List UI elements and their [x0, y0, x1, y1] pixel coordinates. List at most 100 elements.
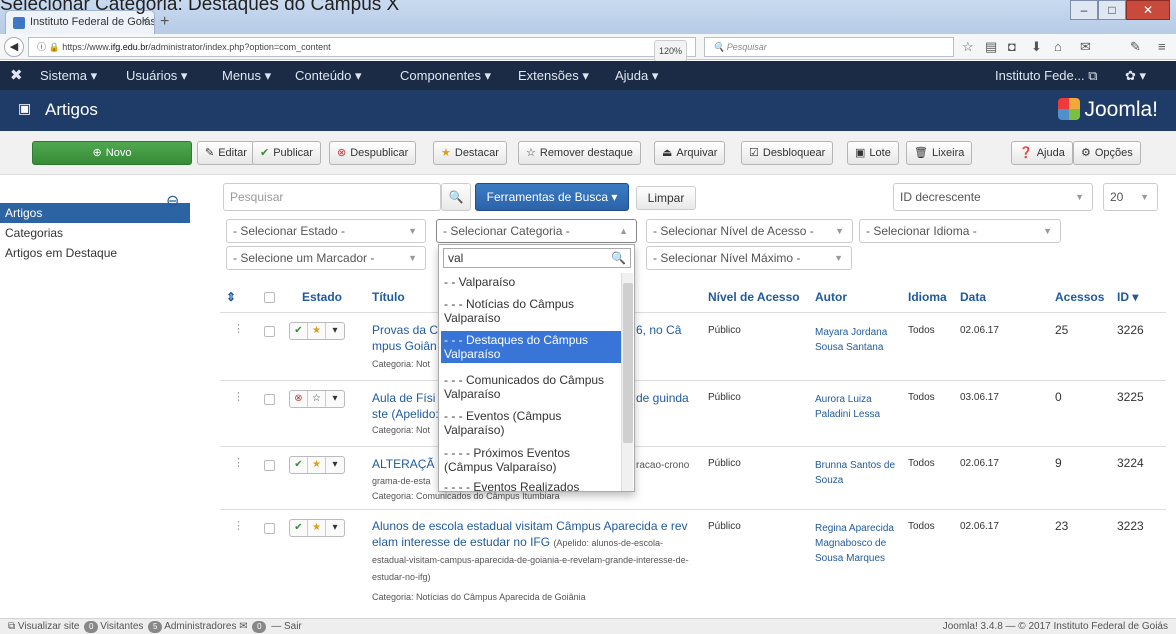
published-icon[interactable]: ✔ — [290, 323, 308, 339]
tab-close-icon[interactable]: × — [142, 15, 148, 27]
language-select[interactable]: - Selecionar Idioma - ▼ — [859, 219, 1061, 243]
sidebar-item-destaques[interactable]: Artigos em Destaque — [0, 243, 190, 263]
row-checkbox[interactable] — [264, 460, 275, 471]
envelope-icon[interactable]: ✉ — [239, 621, 247, 632]
category-option[interactable]: - - - Comunicados do Câmpus Valparaíso — [441, 371, 622, 403]
browser-search-input[interactable]: 🔍 Pesquisar — [704, 37, 954, 57]
category-option[interactable]: - - - - Próximos Eventos (Câmpus Valpara… — [441, 444, 622, 476]
menu-usuarios[interactable]: Usuários ▾ — [126, 68, 187, 84]
pocket-icon[interactable]: ◘ — [1008, 39, 1016, 54]
back-icon[interactable]: ◀ — [4, 37, 24, 57]
article-title-link[interactable]: Provas da C mpus Goiân — [372, 322, 438, 354]
featured-icon[interactable]: ★ — [308, 457, 326, 473]
author-link[interactable]: Regina Aparecida Magnabosco de Sousa Mar… — [815, 521, 895, 566]
category-select[interactable]: - Selecionar Categoria - ▲ — [436, 219, 637, 243]
published-icon[interactable]: ✔ — [290, 457, 308, 473]
feature-button[interactable]: ★ Destacar — [433, 141, 507, 165]
featured-icon[interactable]: ★ — [308, 520, 326, 536]
options-button[interactable]: ⚙ Opções — [1073, 141, 1141, 165]
menu-menus[interactable]: Menus ▾ — [222, 68, 271, 84]
select-all-checkbox[interactable] — [264, 292, 275, 303]
category-option[interactable]: - - - Notícias do Câmpus Valparaíso — [441, 295, 622, 327]
unlock-button[interactable]: ☑ Desbloquear — [741, 141, 834, 165]
article-title-tail[interactable]: 6, no Câ — [636, 322, 681, 338]
category-option-highlighted[interactable]: - - - Destaques do Câmpus Valparaíso — [441, 331, 622, 363]
drag-handle-icon[interactable]: ⋮ — [233, 390, 244, 403]
menu-extensoes[interactable]: Extensões ▾ — [518, 68, 589, 84]
dropdown-scrollbar[interactable] — [621, 273, 633, 491]
row-actions-caret-icon[interactable]: ▾ — [326, 323, 344, 339]
archive-button[interactable]: ⏏ Arquivar — [654, 141, 726, 165]
unfeature-button[interactable]: ☆ Remover destaque — [518, 141, 641, 165]
search-icon[interactable]: 🔍 — [441, 183, 471, 211]
date-header[interactable]: Data — [960, 290, 986, 304]
row-checkbox[interactable] — [264, 394, 275, 405]
maximize-button[interactable]: □ — [1098, 0, 1126, 20]
row-actions-caret-icon[interactable]: ▾ — [326, 520, 344, 536]
article-title-link[interactable]: ALTERAÇÃ — [372, 456, 434, 472]
batch-button[interactable]: ▣ Lote — [847, 141, 899, 165]
author-link[interactable]: Brunna Santos de Souza — [815, 458, 900, 488]
address-bar[interactable]: ⓘ 🔒 https://www.ifg.edu.br/administrator… — [28, 37, 696, 62]
row-actions-caret-icon[interactable]: ▾ — [326, 457, 344, 473]
tools-icon[interactable]: ✎ — [1130, 39, 1141, 55]
menu-conteudo[interactable]: Conteúdo ▾ — [295, 68, 362, 84]
logout-link[interactable]: Sair — [284, 621, 302, 632]
language-header[interactable]: Idioma — [908, 290, 947, 304]
limit-select[interactable]: 20 ▼ — [1103, 183, 1158, 211]
unpublished-icon[interactable]: ⊗ — [290, 391, 308, 407]
author-link[interactable]: Aurora Luiza Paladini Lessa — [815, 392, 900, 422]
menu-componentes[interactable]: Componentes ▾ — [400, 68, 491, 84]
joomla-icon[interactable]: ✖ — [10, 66, 23, 84]
author-link[interactable]: Mayara Jordana Sousa Santana — [815, 325, 900, 355]
menu-icon[interactable]: ≡ — [1158, 39, 1166, 54]
access-header[interactable]: Nível de Acesso — [708, 290, 800, 304]
home-icon[interactable]: ⌂ — [1054, 39, 1062, 54]
category-option[interactable]: - - Valparaíso — [441, 273, 622, 291]
not-featured-icon[interactable]: ☆ — [308, 391, 326, 407]
zoom-indicator[interactable]: 120% — [653, 40, 687, 62]
menu-ajuda[interactable]: Ajuda ▾ — [615, 68, 658, 84]
help-button[interactable]: ❓ Ajuda — [1011, 141, 1073, 165]
access-select[interactable]: - Selecionar Nível de Acesso - ▼ — [646, 219, 853, 243]
extension-icon[interactable]: ✉ — [1080, 39, 1091, 55]
article-title-link[interactable]: Alunos de escola estadual visitam Câmpus… — [372, 518, 698, 585]
minimize-button[interactable]: – — [1070, 0, 1098, 20]
state-select[interactable]: - Selecionar Estado - ▼ — [226, 219, 426, 243]
sort-header[interactable]: ⇕ — [226, 290, 236, 304]
collapse-sidebar-icon[interactable]: ⊖ — [166, 191, 179, 211]
drag-handle-icon[interactable]: ⋮ — [233, 519, 244, 532]
drag-handle-icon[interactable]: ⋮ — [233, 322, 244, 335]
menu-sistema[interactable]: Sistema ▾ — [40, 68, 97, 84]
row-checkbox[interactable] — [264, 326, 275, 337]
published-icon[interactable]: ✔ — [290, 520, 308, 536]
category-search-input[interactable]: val 🔍 — [443, 248, 631, 268]
view-site-link[interactable]: Visualizar site — [18, 621, 80, 632]
new-button[interactable]: ⊕ Novo — [32, 141, 192, 165]
id-header[interactable]: ID ▾ — [1117, 290, 1138, 304]
author-header[interactable]: Autor — [815, 290, 847, 304]
order-select[interactable]: ID decrescente ▼ — [893, 183, 1093, 211]
site-link[interactable]: Instituto Fede... ⧉ — [995, 68, 1098, 84]
status-header[interactable]: Estado — [302, 290, 342, 304]
close-window-button[interactable]: ✕ — [1126, 0, 1170, 20]
reading-list-icon[interactable]: ▤ — [985, 39, 997, 55]
search-input[interactable]: Pesquisar — [223, 183, 441, 211]
max-level-select[interactable]: - Selecionar Nível Máximo - ▼ — [646, 246, 852, 270]
download-icon[interactable]: ⬇ — [1031, 39, 1042, 55]
drag-handle-icon[interactable]: ⋮ — [233, 456, 244, 469]
bookmark-star-icon[interactable]: ☆ — [962, 39, 974, 55]
featured-icon[interactable]: ★ — [308, 323, 326, 339]
sidebar-item-artigos[interactable]: Artigos — [0, 203, 190, 223]
hits-header[interactable]: Acessos — [1055, 290, 1104, 304]
user-gear-menu[interactable]: ✿ ▾ — [1125, 68, 1146, 84]
trash-button[interactable]: 🗑 Lixeira — [906, 141, 973, 165]
scrollbar-thumb[interactable] — [623, 283, 633, 443]
clear-button[interactable]: Limpar — [636, 186, 696, 210]
category-option[interactable]: - - - - Eventos Realizados — [441, 480, 622, 492]
article-title-tail[interactable]: de guinda — [636, 390, 689, 406]
publish-button[interactable]: ✔ Publicar — [252, 141, 321, 165]
title-header[interactable]: Título — [372, 290, 405, 304]
category-option[interactable]: - - - Eventos (Câmpus Valparaíso) — [441, 407, 622, 439]
sidebar-item-categorias[interactable]: Categorias — [0, 223, 190, 243]
